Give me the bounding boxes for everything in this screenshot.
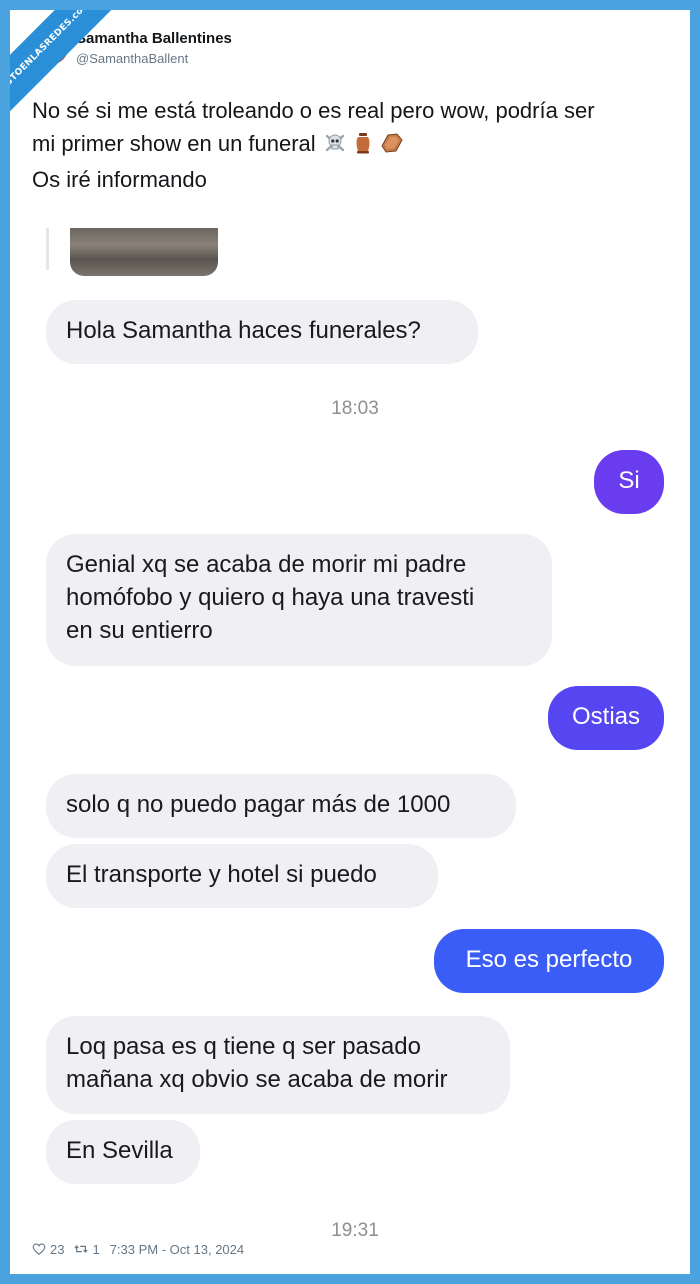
author-name[interactable]: Samantha Ballentines — [76, 30, 232, 47]
skull-and-crossbones-icon — [324, 130, 346, 163]
shared-image-thumbnail — [70, 228, 218, 276]
message-incoming-multiline: Loq pasa es q tiene q ser pasado mañana … — [46, 1016, 510, 1114]
message-incoming: Hola Samantha haces funerales? — [46, 300, 478, 364]
urn-icon — [354, 130, 372, 163]
tweet-footer: 23 1 7:33 PM - Oct 13, 2024 — [32, 1238, 244, 1260]
coffin-icon — [380, 130, 404, 163]
message-incoming: El transporte y hotel si puedo — [46, 844, 438, 908]
tweet-text: No sé si me está troleando o es real per… — [32, 94, 672, 196]
heart-icon — [32, 1243, 46, 1255]
message-incoming: En Sevilla — [46, 1120, 200, 1184]
message-incoming: solo q no puedo pagar más de 1000 — [46, 774, 516, 838]
retweet-count: 1 — [92, 1241, 100, 1257]
message-line: en su entierro — [66, 617, 213, 644]
message-line: homófobo y quiero q haya una travesti — [66, 584, 475, 611]
tweet-timestamp[interactable]: 7:33 PM - Oct 13, 2024 — [110, 1242, 244, 1257]
message-line: Loq pasa es q tiene q ser pasado — [66, 1033, 421, 1060]
like-action[interactable]: 23 — [32, 1242, 64, 1257]
message-incoming-multiline: Genial xq se acaba de morir mi padre hom… — [46, 534, 552, 666]
author-handle[interactable]: @SamanthaBallent — [76, 51, 188, 66]
chat-screenshot: Hola Samantha haces funerales? 18:03 Si … — [32, 224, 678, 1241]
message-outgoing: Eso es perfecto — [434, 929, 664, 993]
tweet-text-line-2-text: mi primer show en un funeral — [32, 131, 316, 156]
tweet-text-line-2: mi primer show en un funeral — [32, 127, 672, 163]
like-count: 23 — [50, 1241, 65, 1257]
reply-quote-bar — [46, 228, 49, 270]
retweet-action[interactable]: 1 — [74, 1241, 100, 1257]
retweet-icon — [74, 1245, 89, 1253]
chat-timestamp: 18:03 — [331, 398, 379, 419]
tweet-card: VISTOENLASREDES.com Samantha Ballentines… — [10, 10, 690, 1274]
message-outgoing: Si — [594, 450, 664, 514]
tweet-text-line-1: No sé si me está troleando o es real per… — [32, 98, 595, 123]
message-line: Genial xq se acaba de morir mi padre — [66, 551, 467, 578]
message-line: mañana xq obvio se acaba de morir — [66, 1066, 448, 1093]
message-outgoing: Ostias — [548, 686, 664, 750]
tweet-text-line-3: Os iré informando — [32, 167, 207, 192]
